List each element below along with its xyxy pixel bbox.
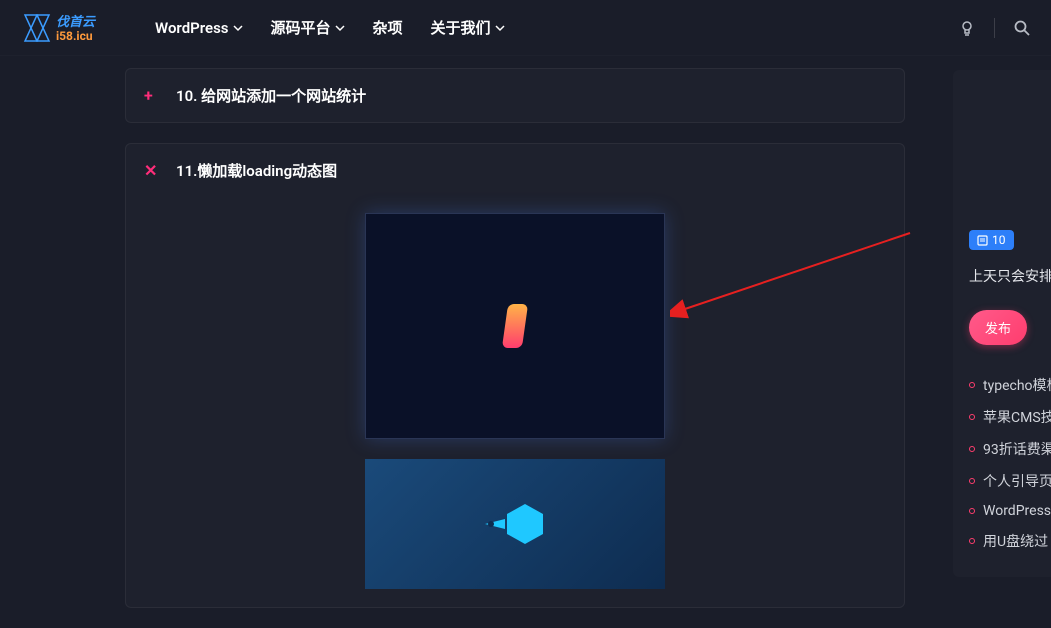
document-icon bbox=[977, 235, 988, 246]
accordion-item-10: + 10. 给网站添加一个网站统计 bbox=[125, 68, 905, 123]
svg-text:伐首云: 伐首云 bbox=[56, 14, 97, 30]
site-header: 伐首云 i58.icu WordPress 源码平台 杂项 关于我们 bbox=[0, 0, 1051, 56]
close-icon: ✕ bbox=[144, 161, 158, 180]
nav-wordpress[interactable]: WordPress bbox=[155, 17, 243, 38]
chevron-down-icon bbox=[335, 23, 345, 33]
bullet-icon bbox=[969, 446, 975, 452]
post-count-badge[interactable]: 10 bbox=[969, 230, 1014, 250]
list-item[interactable]: 93折话费渠 bbox=[969, 433, 1051, 465]
loading-demo-image-1[interactable] bbox=[365, 213, 665, 439]
badge-count: 10 bbox=[992, 233, 1006, 247]
sidebar: 10 上天只会安排的 发布 typecho模板 苹果CMS技 93折话费渠 个人… bbox=[953, 70, 1051, 577]
search-button[interactable] bbox=[1013, 19, 1031, 37]
bullet-icon bbox=[969, 478, 975, 484]
lightbulb-icon bbox=[958, 19, 976, 37]
sidebar-quote: 上天只会安排的 bbox=[969, 266, 1051, 286]
link-text: WordPress bbox=[983, 503, 1051, 519]
site-logo[interactable]: 伐首云 i58.icu bbox=[20, 12, 115, 44]
accordion-toggle-11[interactable]: ✕ 11.懒加载loading动态图 bbox=[126, 144, 904, 197]
bullet-icon bbox=[969, 382, 975, 388]
rocket-hexagon-icon bbox=[475, 494, 555, 554]
accordion-title: 10. 给网站添加一个网站统计 bbox=[176, 85, 366, 106]
bullet-icon bbox=[969, 538, 975, 544]
logo-icon: 伐首云 i58.icu bbox=[20, 12, 115, 44]
bullet-icon bbox=[969, 508, 975, 514]
list-item[interactable]: typecho模板 bbox=[969, 369, 1051, 401]
header-actions bbox=[958, 18, 1031, 38]
nav-label: 源码平台 bbox=[271, 17, 331, 38]
loading-gradient-shape bbox=[502, 304, 528, 348]
nav-source[interactable]: 源码平台 bbox=[271, 17, 345, 38]
main-content: + 10. 给网站添加一个网站统计 ✕ 11.懒加载loading动态图 bbox=[0, 68, 910, 628]
nav-misc[interactable]: 杂项 bbox=[373, 17, 403, 38]
link-text: 苹果CMS技 bbox=[983, 407, 1051, 427]
chevron-down-icon bbox=[233, 23, 243, 33]
link-text: typecho模板 bbox=[983, 375, 1051, 395]
bullet-icon bbox=[969, 414, 975, 420]
nav-label: 关于我们 bbox=[431, 17, 491, 38]
svg-text:i58.icu: i58.icu bbox=[56, 29, 93, 43]
publish-button[interactable]: 发布 bbox=[969, 310, 1027, 345]
accordion-title: 11.懒加载loading动态图 bbox=[176, 160, 337, 181]
list-item[interactable]: 苹果CMS技 bbox=[969, 401, 1051, 433]
search-icon bbox=[1013, 19, 1031, 37]
plus-icon: + bbox=[144, 86, 158, 105]
loading-demo-image-2[interactable] bbox=[365, 459, 665, 589]
link-text: 个人引导页 bbox=[983, 471, 1051, 491]
list-item[interactable]: 用U盘绕过 bbox=[969, 525, 1051, 557]
chevron-down-icon bbox=[495, 23, 505, 33]
accordion-item-11: ✕ 11.懒加载loading动态图 bbox=[125, 143, 905, 608]
accordion-body bbox=[126, 197, 904, 607]
list-item[interactable]: WordPress bbox=[969, 497, 1051, 525]
accordion-toggle-10[interactable]: + 10. 给网站添加一个网站统计 bbox=[126, 69, 904, 122]
link-text: 用U盘绕过 bbox=[983, 531, 1048, 551]
theme-toggle[interactable] bbox=[958, 19, 976, 37]
sidebar-link-list: typecho模板 苹果CMS技 93折话费渠 个人引导页 WordPress … bbox=[969, 369, 1051, 557]
nav-label: WordPress bbox=[155, 19, 229, 37]
nav-label: 杂项 bbox=[373, 17, 403, 38]
nav-about[interactable]: 关于我们 bbox=[431, 17, 505, 38]
link-text: 93折话费渠 bbox=[983, 439, 1051, 459]
main-nav: WordPress 源码平台 杂项 关于我们 bbox=[155, 17, 505, 38]
divider bbox=[994, 18, 995, 38]
list-item[interactable]: 个人引导页 bbox=[969, 465, 1051, 497]
